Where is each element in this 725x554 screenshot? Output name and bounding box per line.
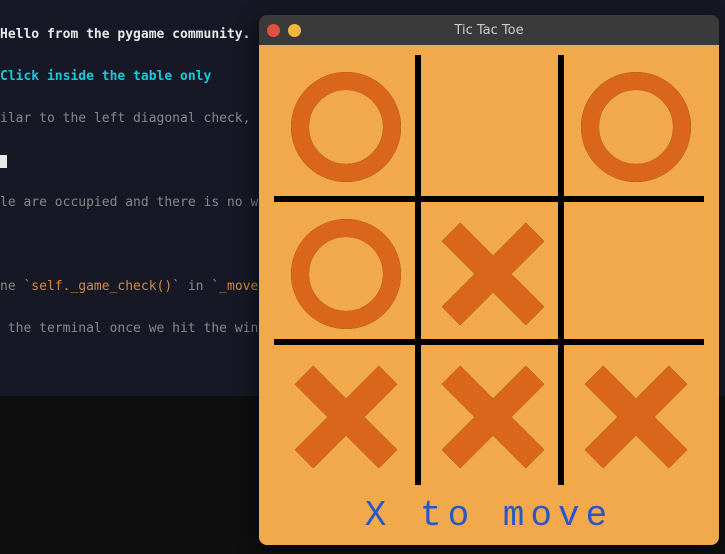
o-mark-icon bbox=[286, 214, 406, 334]
traffic-lights bbox=[267, 15, 301, 45]
window-minimize-button[interactable] bbox=[288, 24, 301, 37]
cell-1-0[interactable] bbox=[274, 202, 417, 345]
game-surface: X to move bbox=[259, 45, 719, 545]
cell-0-2[interactable] bbox=[564, 55, 707, 198]
window-close-button[interactable] bbox=[267, 24, 280, 37]
x-mark-icon bbox=[576, 357, 696, 477]
cell-0-0[interactable] bbox=[274, 55, 417, 198]
terminal-cursor bbox=[0, 155, 7, 168]
tic-tac-toe-window: Tic Tac Toe bbox=[259, 15, 719, 545]
window-titlebar[interactable]: Tic Tac Toe bbox=[259, 15, 719, 45]
cell-2-1[interactable] bbox=[421, 345, 564, 488]
status-text: X to move bbox=[259, 495, 719, 536]
terminal-line-1: Click inside the table only bbox=[0, 69, 211, 84]
game-board bbox=[274, 55, 704, 485]
x-mark-icon bbox=[433, 214, 553, 334]
cell-1-1[interactable] bbox=[421, 202, 564, 345]
cell-1-2[interactable] bbox=[564, 202, 707, 345]
window-title: Tic Tac Toe bbox=[454, 23, 523, 38]
cell-0-1[interactable] bbox=[421, 55, 564, 198]
x-mark-icon bbox=[286, 357, 406, 477]
x-mark-icon bbox=[433, 357, 553, 477]
cell-2-0[interactable] bbox=[274, 345, 417, 488]
o-mark-icon bbox=[576, 67, 696, 187]
cell-2-2[interactable] bbox=[564, 345, 707, 488]
o-mark-icon bbox=[286, 67, 406, 187]
